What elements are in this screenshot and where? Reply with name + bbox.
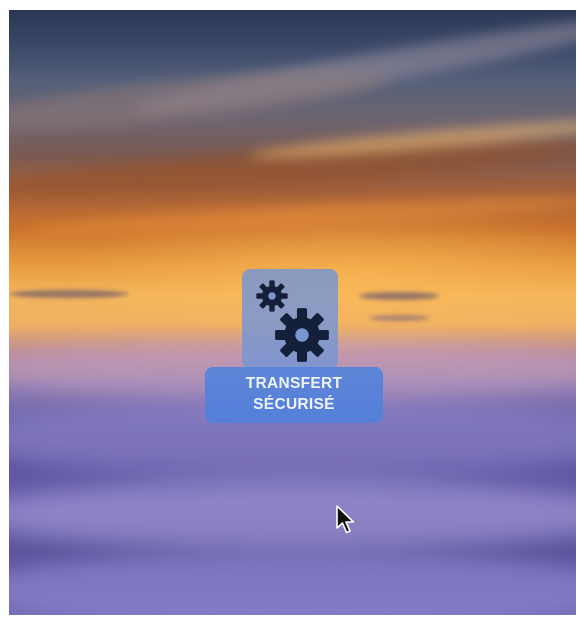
desktop-wallpaper: TRANSFERT SÉCURISÉ [9, 10, 576, 615]
icon-label-line-2: SÉCURISÉ [253, 396, 335, 413]
app-icon-tile[interactable] [242, 269, 338, 369]
icon-label-line-1: TRANSFERT [245, 375, 343, 392]
cloud-layer [9, 550, 576, 615]
desktop-icon-transfert-securise[interactable]: TRANSFERT SÉCURISÉ [205, 269, 383, 429]
cloud-streak [9, 290, 129, 298]
cloud-streak [28, 190, 576, 242]
gear-large-icon [275, 308, 329, 362]
mouse-pointer-icon [336, 505, 355, 534]
desktop-icon-label[interactable]: TRANSFERT SÉCURISÉ [205, 367, 383, 423]
cloud-streak [9, 58, 390, 142]
cloud-layer [9, 480, 576, 550]
